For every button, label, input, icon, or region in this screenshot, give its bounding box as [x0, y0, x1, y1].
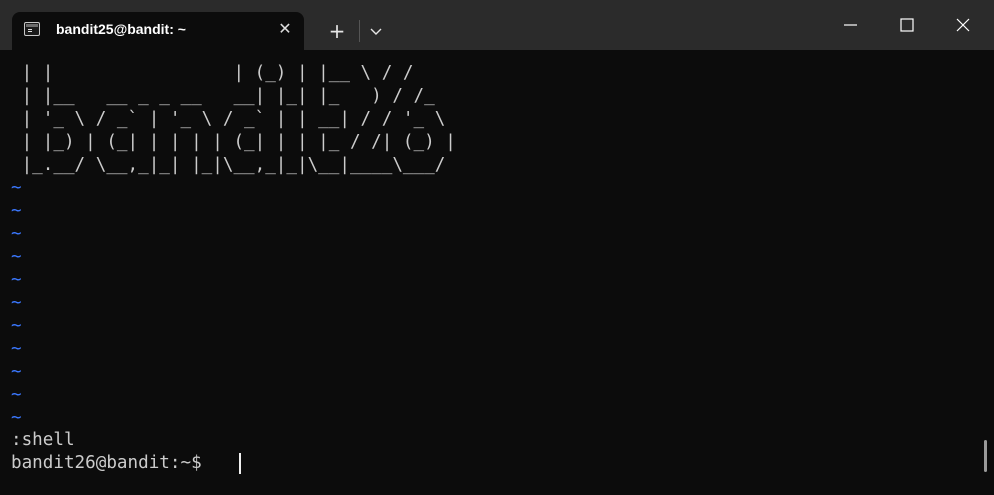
titlebar-divider [359, 20, 360, 42]
chevron-down-icon [370, 28, 382, 35]
tab-close-icon[interactable]: ✕ [274, 18, 296, 40]
tab-dropdown-button[interactable] [362, 18, 390, 44]
terminal-icon [24, 22, 40, 36]
new-tab-button[interactable]: + [322, 18, 352, 44]
banner-ascii-art: | | | (_) | |__ \ / / | |__ __ _ _ __ __… [21, 63, 456, 175]
terminal-tab[interactable]: bandit25@bandit: ~ ✕ [12, 12, 304, 50]
tab-title: bandit25@bandit: ~ [56, 21, 186, 37]
maximize-icon [900, 18, 914, 32]
shell-prompt: bandit26@bandit:~$ [11, 453, 213, 473]
terminal-area[interactable]: | | | (_) | |__ \ / / | |__ __ _ _ __ __… [0, 50, 994, 495]
maximize-button[interactable] [884, 8, 930, 42]
close-icon [956, 18, 970, 32]
vim-empty-line-markers: ~ ~ ~ ~ ~ ~ ~ ~ ~ ~ ~ [11, 178, 22, 428]
minimize-icon [844, 24, 857, 26]
text-cursor [239, 453, 241, 474]
close-window-button[interactable] [940, 8, 986, 42]
vim-command-line: :shell [11, 430, 75, 450]
minimize-button[interactable] [828, 8, 874, 42]
scrollbar-thumb[interactable] [984, 440, 987, 472]
title-bar: bandit25@bandit: ~ ✕ + [0, 0, 994, 50]
